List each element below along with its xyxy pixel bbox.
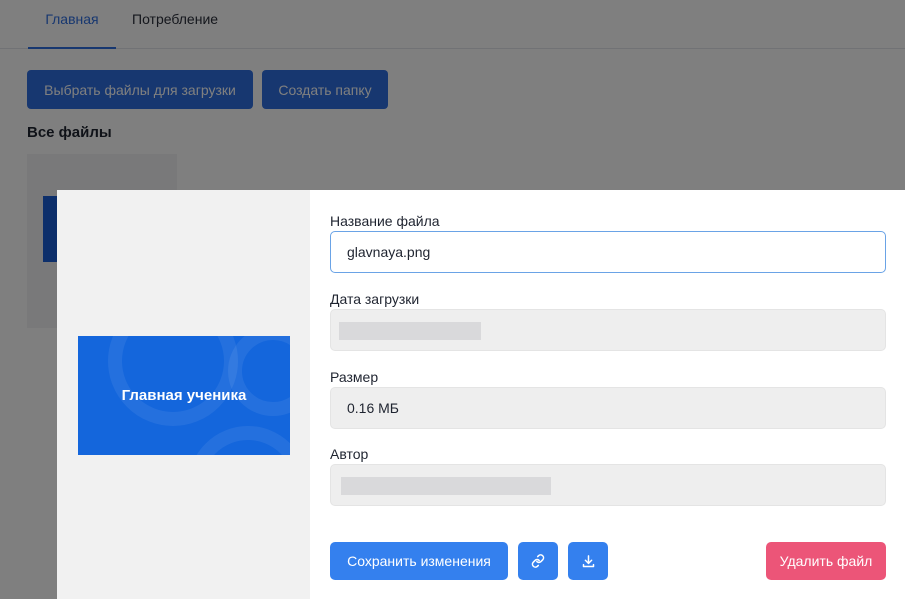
page: Главная Потребление Выбрать файлы для за…: [0, 0, 905, 599]
file-preview-image: Главная ученика: [78, 336, 290, 455]
delete-file-button[interactable]: Удалить файл: [766, 542, 886, 580]
author-label: Автор: [330, 446, 369, 462]
file-name-input[interactable]: [330, 231, 886, 273]
preview-image-text: Главная ученика: [121, 387, 247, 404]
redacted-author: [341, 477, 551, 495]
size-label: Размер: [330, 369, 379, 385]
download-button[interactable]: [568, 542, 608, 580]
author-field: [330, 464, 886, 506]
copy-link-button[interactable]: [518, 542, 558, 580]
size-field: 0.16 МБ: [330, 387, 886, 429]
save-changes-button[interactable]: Сохранить изменения: [330, 542, 508, 580]
upload-date-label: Дата загрузки: [330, 291, 420, 307]
redacted-date: [339, 322, 481, 340]
link-icon: [531, 554, 545, 568]
file-details-modal: Главная ученика Название файла Дата загр…: [57, 190, 905, 599]
download-icon: [582, 554, 594, 567]
upload-date-field: [330, 309, 886, 351]
file-preview-panel: Главная ученика: [57, 190, 310, 599]
file-name-label: Название файла: [330, 213, 440, 229]
